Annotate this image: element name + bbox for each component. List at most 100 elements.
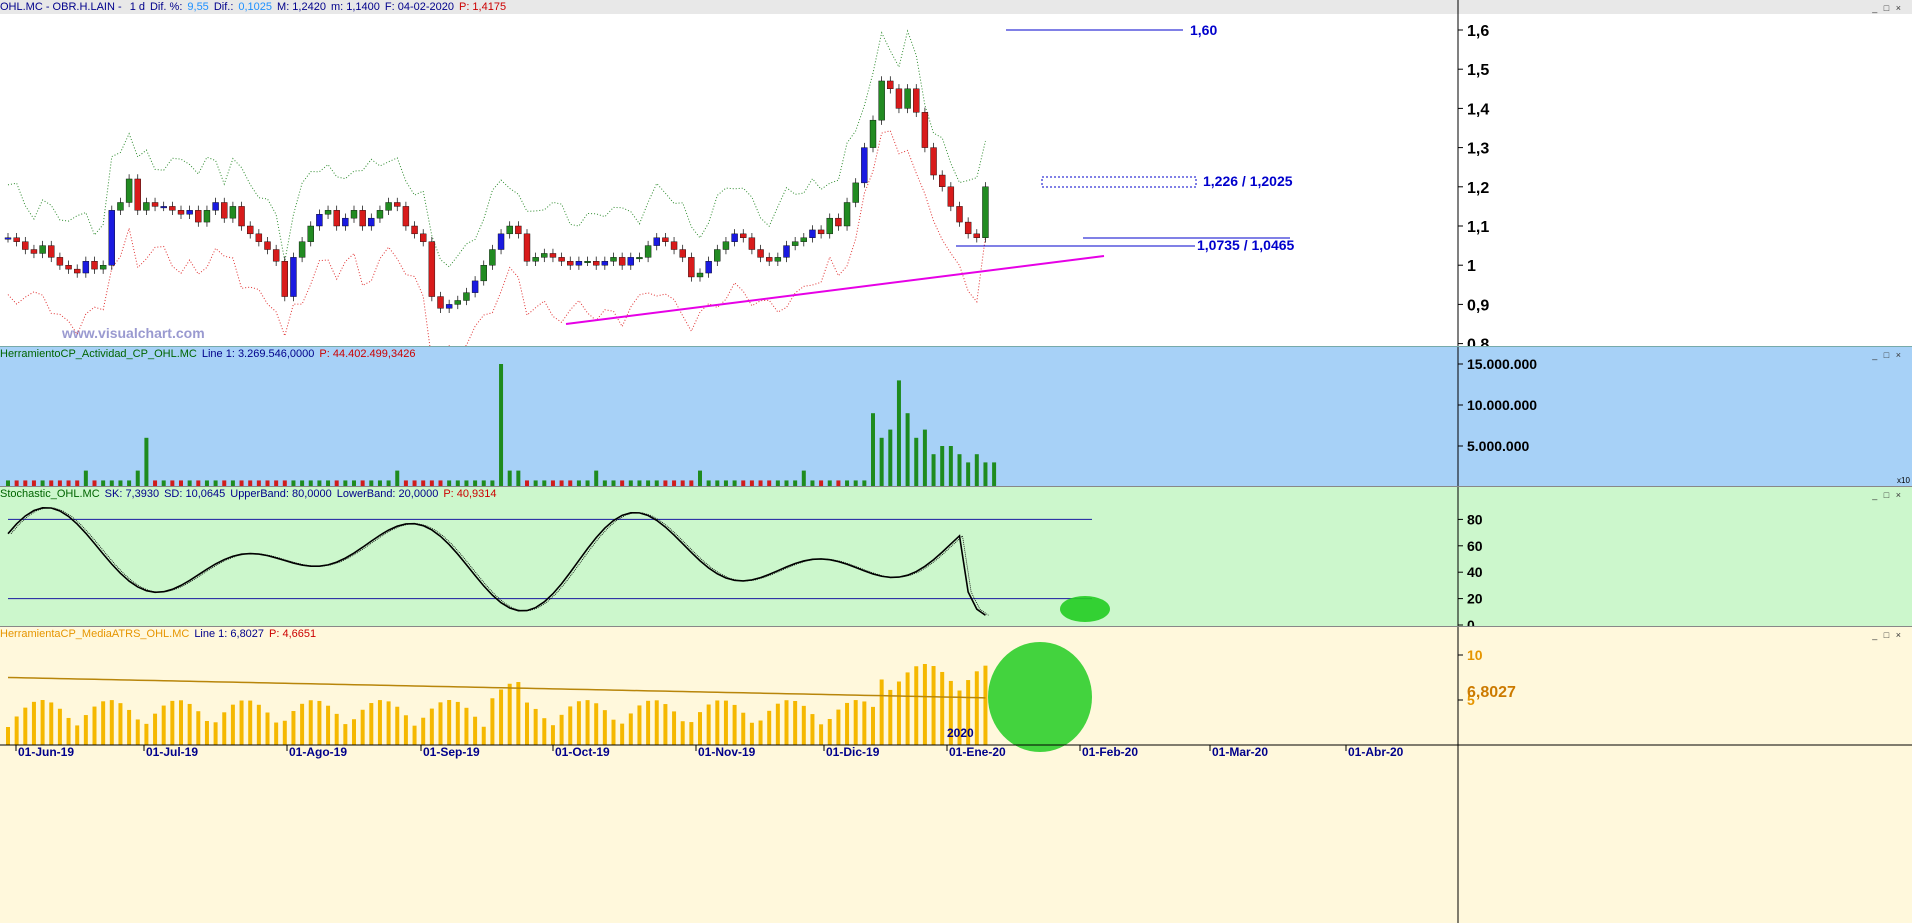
atr-bar [862,701,867,745]
atr-bar [256,704,261,745]
candle-body [601,261,609,266]
volume-bar [914,437,919,487]
y-tick-label: 80 [1467,511,1483,527]
candle-body [82,261,90,274]
atr-bar [758,720,763,745]
atr-bar [473,716,478,745]
y-tick-label: 1,4 [1467,101,1489,118]
candle-body [584,261,591,263]
candle-body [281,261,288,297]
candle-body [791,241,799,246]
candle-body [973,233,980,238]
candle-body [91,261,98,270]
atr-bar [421,717,426,745]
atr-bar [49,702,54,745]
volume-bar [974,454,979,487]
x-tick-label: 01-Dic-19 [826,745,880,759]
atr-bar [542,718,547,745]
candle-body [402,206,410,227]
candle-body [394,202,401,207]
atr-bar [6,727,10,745]
atr-bar [230,704,235,745]
candle-body [203,210,211,223]
stochastic-panel[interactable]: Stochastic_OHL.MC SK: 7,3930 SD: 10,0645 Up… [0,486,1912,627]
atr-panel[interactable]: HerramientaCP_MediaATRS_OHL.MC Line 1: 6,… [0,626,1912,923]
atr-bar [127,709,132,745]
candle-body [904,88,911,109]
scale-badge: x10 [1897,476,1910,485]
candle-body [878,80,885,121]
atr-bar [248,700,253,745]
volume-panel[interactable]: HerramientoCP_Actividad_CP_OHL.MC Line 1:… [0,346,1912,487]
volume-bar [135,470,140,487]
candle-body [99,265,107,270]
volume-bar [922,429,927,487]
atr-bar [66,717,71,745]
candle-body [748,237,756,250]
atr-bar [57,708,62,745]
volume-bar [698,470,702,487]
y-tick-label: 0,8 [1467,337,1489,346]
atr-bar [369,703,374,745]
volume-bar [966,462,971,487]
candle-body [679,249,686,258]
trendline [565,255,1105,325]
atr-bar [602,710,607,745]
candle-body [246,225,254,235]
candle-body [229,206,237,219]
candle-body [125,178,133,203]
atr-bar [403,715,408,745]
atr-bar [654,700,659,745]
atr-bar [585,700,590,745]
atr-bar [611,719,616,745]
atr-bar [334,713,339,745]
atr-bar [352,719,356,745]
candle-body [644,245,652,258]
y-tick-label: 1 [1467,258,1476,275]
volume-bar [992,462,997,487]
atr-bar [317,700,322,745]
atr-bar [204,720,209,745]
atr-bar [179,700,183,745]
sk-line [7,507,986,616]
price-panel[interactable]: OHL.MC - OBR.H.LAIN - 1 d Dif. %: 9,55 Dif.… [0,0,1912,346]
candle-body [610,257,617,262]
atr-bar [974,671,979,745]
x-tick-label: 01-Abr-20 [1348,745,1404,759]
x-tick-label: 01-Mar-20 [1212,745,1268,759]
atr-bar [940,671,945,745]
atr-bar [879,679,884,745]
candle-body [921,112,929,148]
volume-bar [888,429,893,487]
atr-bar [853,700,858,745]
atr-bar [715,700,720,745]
annotation: 1,0735 / 1,0465 [1197,237,1295,253]
candle-body [774,257,782,262]
atr-bar [628,713,633,745]
candle-body [22,241,29,250]
candle-body [160,206,167,209]
candle-body [238,206,245,227]
atr-bar [871,706,875,745]
candle-body [255,233,263,242]
atr-bar [92,706,97,745]
volume-bar [395,470,400,487]
annotation: 1,60 [1190,22,1217,38]
candle-body [869,119,877,148]
volume-bar [983,462,988,487]
candle-body [947,186,955,207]
atr-bar [118,703,123,745]
candle-body [705,261,712,274]
candle-body [359,210,366,227]
candle-body [714,249,721,262]
price-chart: 1,6 1,5 1,4 1,3 1,2 1,1 1 0,9 0,8 www.visualchart… [4,0,1489,346]
y-tick-label: 1,3 [1467,141,1489,158]
volume-bar [594,470,599,487]
candle-body [861,147,868,184]
atr-bar [680,721,685,745]
y-tick-label: 1,2 [1467,180,1489,197]
atr-bar [896,681,901,745]
candle-body [368,217,375,227]
atr-bar [793,700,798,745]
atr-bar [377,700,382,745]
